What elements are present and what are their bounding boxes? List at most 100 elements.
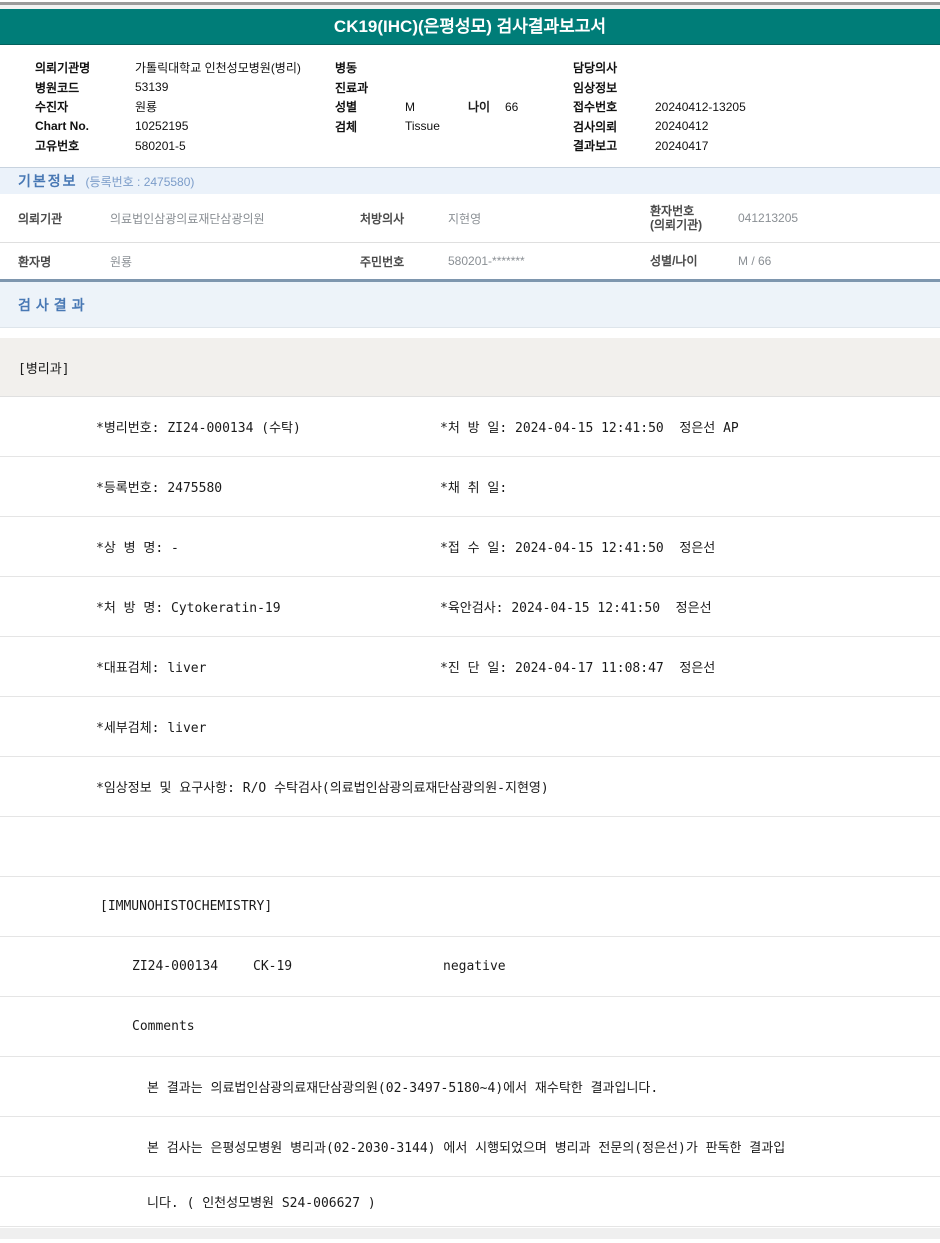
value-age: 66 bbox=[505, 99, 519, 114]
comment-line-1: 본 결과는 의료법인삼광의료재단삼광의원(02-3497-5180~4)에서 재… bbox=[147, 1081, 659, 1096]
ihc-result-row: ZI24-000134 CK-19 negative bbox=[0, 937, 940, 997]
value-prescribing-doctor: 지현영 bbox=[448, 211, 482, 226]
registration-no-text: *등록번호: 2475580 bbox=[96, 481, 223, 496]
report-title-bar: CK19(IHC)(은평성모) 검사결과보고서 bbox=[0, 9, 940, 45]
comment-line-3: 니다. ( 인천성모병원 S24-006627 ) bbox=[147, 1196, 376, 1211]
value-patient-no: 041213205 bbox=[738, 211, 799, 225]
label-ward: 병동 bbox=[335, 61, 358, 76]
diagnosis-date-text: *진 단 일: 2024-04-17 11:08:47 정은선 bbox=[440, 661, 716, 676]
basic-info-title: 기본정보 bbox=[18, 173, 78, 189]
detail-row-prescription-name: *처 방 명: Cytokeratin-19 *육안검사: 2024-04-15… bbox=[0, 577, 940, 637]
value-hospital-code: 53139 bbox=[135, 80, 169, 95]
value-chart-no: 10252195 bbox=[135, 119, 189, 134]
result-pathology-no: ZI24-000134 bbox=[132, 959, 219, 974]
result-test-name: CK-19 bbox=[253, 959, 293, 974]
footer-bar bbox=[0, 1228, 940, 1239]
label-doctor-in-charge: 담당의사 bbox=[573, 61, 618, 76]
prescription-date-text: *처 방 일: 2024-04-15 12:41:50 정은선 AP bbox=[440, 421, 739, 436]
detail-row-empty bbox=[0, 817, 940, 877]
meta-row: 병원코드 53139 bbox=[35, 78, 335, 98]
collection-date-text: *채 취 일: bbox=[440, 481, 508, 496]
diagnosis-name-text: *상 병 명: - bbox=[96, 541, 179, 556]
meta-row: Chart No. 10252195 bbox=[35, 117, 335, 137]
detail-row-pathology-no: *병리번호: ZI24-000134 (수탁) *처 방 일: 2024-04-… bbox=[0, 397, 940, 457]
basic-info-registration-note: (등록번호 : 2475580) bbox=[85, 174, 195, 189]
label-sex: 성별 bbox=[335, 100, 358, 115]
meta-row: 검사의뢰 20240412 bbox=[573, 117, 940, 137]
value-patient-name: 원룡 bbox=[110, 254, 133, 269]
label-clinical-info: 임상정보 bbox=[573, 80, 618, 95]
meta-row: 병동 bbox=[335, 58, 573, 78]
basic-info-section-header: 기본정보 (등록번호 : 2475580) bbox=[0, 167, 940, 194]
report-title: CK19(IHC)(은평성모) 검사결과보고서 bbox=[333, 17, 607, 36]
receipt-date-text: *접 수 일: 2024-04-15 12:41:50 정은선 bbox=[440, 541, 716, 556]
label-department: 진료과 bbox=[335, 80, 369, 95]
detail-row-clinical-request: *임상정보 및 요구사항: R/O 수탁검사(의료법인삼광의료재단삼광의원-지현… bbox=[0, 757, 940, 817]
result-value: negative bbox=[443, 959, 506, 974]
label-patient-no-line2: (의뢰기관) bbox=[650, 218, 703, 232]
comment-line-2: 본 검사는 은평성모병원 병리과(02-2030-3144) 에서 시행되었으며… bbox=[147, 1141, 786, 1156]
comments-label: Comments bbox=[132, 1019, 195, 1034]
value-requesting-org: 가톨릭대학교 인천성모병원(병리) bbox=[135, 61, 301, 76]
label-result-report-date: 결과보고 bbox=[573, 139, 618, 154]
meta-row: 검체 Tissue bbox=[335, 117, 573, 137]
comments-header-row: Comments bbox=[0, 997, 940, 1057]
basic-info-row-2: 환자명 원룡 주민번호 580201-******* 성별/나이 M / 66 bbox=[0, 243, 940, 279]
comment-row-2: 본 검사는 은평성모병원 병리과(02-2030-3144) 에서 시행되었으며… bbox=[0, 1117, 940, 1177]
value-request-org: 의료법인삼광의료재단삼광의원 bbox=[110, 211, 265, 226]
label-receipt-no: 접수번호 bbox=[573, 100, 618, 115]
meta-row: 담당의사 bbox=[573, 58, 940, 78]
label-age: 나이 bbox=[468, 100, 491, 115]
detail-row-registration-no: *등록번호: 2475580 *채 취 일: bbox=[0, 457, 940, 517]
sub-specimen-text: *세부검체: liver bbox=[96, 721, 207, 736]
label-sex-age: 성별/나이 bbox=[650, 254, 698, 268]
meta-row: 결과보고 20240417 bbox=[573, 136, 940, 156]
label-specimen: 검체 bbox=[335, 119, 358, 134]
label-request-org: 의뢰기관 bbox=[18, 211, 63, 226]
label-chart-no: Chart No. bbox=[35, 119, 89, 134]
meta-column-left: 의뢰기관명 가톨릭대학교 인천성모병원(병리) 병원코드 53139 수진자 원… bbox=[35, 58, 335, 167]
value-sex: M bbox=[405, 99, 415, 114]
meta-row: 수진자 원룡 bbox=[35, 97, 335, 117]
value-receipt-no: 20240412-13205 bbox=[655, 99, 746, 114]
meta-row: 진료과 bbox=[335, 78, 573, 98]
value-examinee: 원룡 bbox=[135, 100, 158, 115]
value-test-request-date: 20240412 bbox=[655, 119, 709, 134]
meta-row: 의뢰기관명 가톨릭대학교 인천성모병원(병리) bbox=[35, 58, 335, 78]
label-examinee: 수진자 bbox=[35, 100, 69, 115]
comment-row-3: 니다. ( 인천성모병원 S24-006627 ) bbox=[0, 1177, 940, 1227]
value-result-report-date: 20240417 bbox=[655, 138, 709, 153]
label-hospital-code: 병원코드 bbox=[35, 80, 80, 95]
meta-column-middle: 병동 진료과 성별 M 나이 66 검체 Tissue bbox=[335, 58, 573, 167]
label-prescribing-doctor: 처방의사 bbox=[360, 211, 405, 226]
department-band: [병리과] bbox=[0, 338, 940, 397]
label-unique-no: 고유번호 bbox=[35, 139, 80, 154]
clinical-request-text: *임상정보 및 요구사항: R/O 수탁검사(의료법인삼광의료재단삼광의원-지현… bbox=[96, 781, 549, 796]
value-resident-no: 580201-******* bbox=[448, 254, 525, 268]
meta-row: 임상정보 bbox=[573, 78, 940, 98]
gross-exam-text: *육안검사: 2024-04-15 12:41:50 정은선 bbox=[440, 601, 712, 616]
ihc-header-text: [IMMUNOHISTOCHEMISTRY] bbox=[100, 899, 273, 914]
ihc-header-row: [IMMUNOHISTOCHEMISTRY] bbox=[0, 877, 940, 937]
label-requesting-org: 의뢰기관명 bbox=[35, 61, 91, 76]
detail-row-main-specimen: *대표검체: liver *진 단 일: 2024-04-17 11:08:47… bbox=[0, 637, 940, 697]
label-test-request-date: 검사의뢰 bbox=[573, 119, 618, 134]
results-section-header: 검사결과 bbox=[0, 282, 940, 328]
label-patient-no-line1: 환자번호 bbox=[650, 204, 695, 218]
meta-row: 고유번호 580201-5 bbox=[35, 136, 335, 156]
header-meta: 의뢰기관명 가톨릭대학교 인천성모병원(병리) 병원코드 53139 수진자 원… bbox=[0, 45, 940, 167]
results-title: 검사결과 bbox=[18, 296, 90, 313]
value-specimen: Tissue bbox=[405, 119, 440, 134]
label-patient-name: 환자명 bbox=[18, 254, 52, 269]
main-specimen-text: *대표검체: liver bbox=[96, 661, 207, 676]
prescription-name-text: *처 방 명: Cytokeratin-19 bbox=[96, 601, 281, 616]
label-patient-no: 환자번호 (의뢰기관) bbox=[650, 204, 738, 232]
pathology-no-text: *병리번호: ZI24-000134 (수탁) bbox=[96, 421, 301, 436]
value-sex-age: M / 66 bbox=[738, 254, 772, 268]
meta-row: 성별 M 나이 66 bbox=[335, 97, 573, 117]
detail-row-sub-specimen: *세부검체: liver bbox=[0, 697, 940, 757]
meta-row: 접수번호 20240412-13205 bbox=[573, 97, 940, 117]
label-resident-no: 주민번호 bbox=[360, 254, 405, 269]
comment-row-1: 본 결과는 의료법인삼광의료재단삼광의원(02-3497-5180~4)에서 재… bbox=[0, 1057, 940, 1117]
basic-info-row-1: 의뢰기관 의료법인삼광의료재단삼광의원 처방의사 지현영 환자번호 (의뢰기관)… bbox=[0, 194, 940, 243]
